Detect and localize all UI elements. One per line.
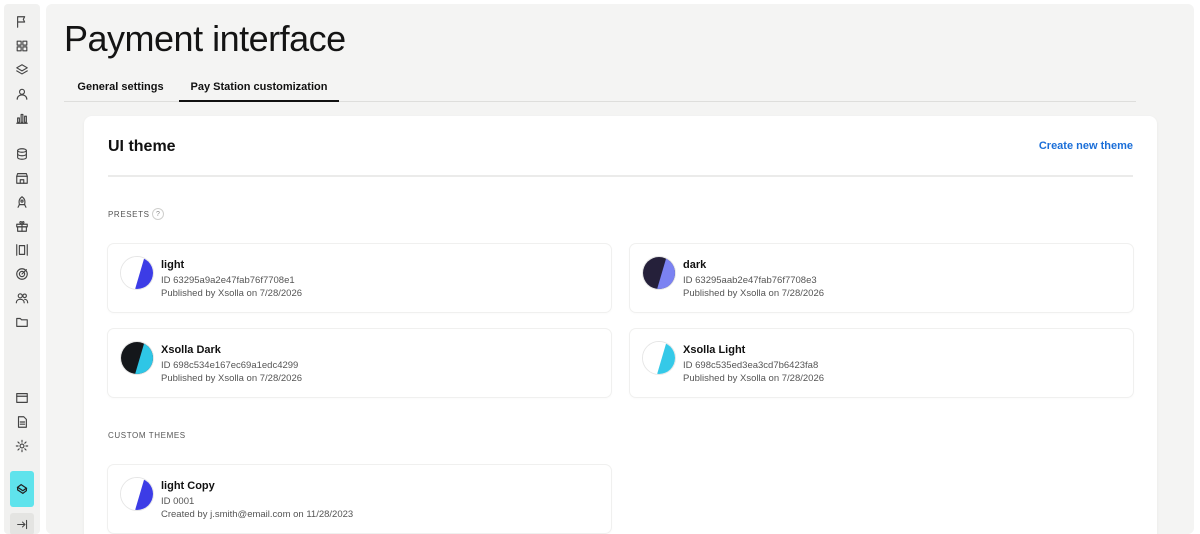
page-title: Payment interface: [64, 18, 346, 59]
theme-card-light-copy[interactable]: light Copy ID 0001 Created by j.smith@em…: [108, 465, 611, 533]
gift-icon[interactable]: [12, 216, 32, 236]
theme-card-dark[interactable]: dark ID 63295aab2e47fab76f7708e3 Publish…: [630, 244, 1133, 312]
theme-card-light[interactable]: light ID 63295a9a2e47fab76f7708e1 Publis…: [108, 244, 611, 312]
tab-pay-station-customization[interactable]: Pay Station customization: [179, 74, 339, 102]
theme-name: Xsolla Dark: [161, 344, 221, 356]
theme-created: Created by j.smith@email.com on 11/28/20…: [161, 509, 354, 520]
flag-icon[interactable]: [12, 12, 32, 32]
theme-card-xsolla-dark[interactable]: Xsolla Dark ID 698c534e167ec69a1edc4299 …: [108, 329, 611, 397]
users-icon[interactable]: [12, 288, 32, 308]
theme-id: ID 698c535ed3ea3cd7b6423fa8: [683, 360, 819, 371]
folder-icon[interactable]: [12, 312, 32, 332]
ui-theme-card: UI theme Create new theme PRESETS ? ligh…: [84, 116, 1157, 534]
theme-id: ID 63295a9a2e47fab76f7708e1: [161, 275, 295, 286]
help-icon[interactable]: ?: [152, 208, 164, 220]
tab-general-settings[interactable]: General settings: [64, 74, 177, 102]
theme-published: Published by Xsolla on 7/28/2026: [683, 288, 825, 299]
database-icon[interactable]: [12, 144, 32, 164]
chart-icon[interactable]: [12, 108, 32, 128]
tag-icon[interactable]: [10, 471, 34, 507]
theme-published: Published by Xsolla on 7/28/2026: [683, 373, 825, 384]
window-icon[interactable]: [12, 388, 32, 408]
target-icon[interactable]: [12, 264, 32, 284]
theme-published: Published by Xsolla on 7/28/2026: [161, 373, 303, 384]
divider: [108, 175, 1133, 177]
store-icon[interactable]: [12, 168, 32, 188]
create-new-theme-link[interactable]: Create new theme: [1039, 140, 1133, 152]
theme-name: dark: [683, 259, 707, 271]
layers-icon[interactable]: [12, 60, 32, 80]
document-icon[interactable]: [12, 412, 32, 432]
main-area: Payment interface General settings Pay S…: [46, 4, 1194, 534]
theme-name: Xsolla Light: [683, 344, 746, 356]
theme-card-xsolla-light[interactable]: Xsolla Light ID 698c535ed3ea3cd7b6423fa8…: [630, 329, 1133, 397]
sidebar: [4, 4, 40, 534]
gear-icon[interactable]: [12, 436, 32, 456]
user-icon[interactable]: [12, 84, 32, 104]
presets-label: PRESETS: [108, 210, 150, 219]
theme-id: ID 0001: [161, 496, 195, 507]
tab-bar: General settings Pay Station customizati…: [64, 74, 1136, 102]
custom-themes-label: CUSTOM THEMES: [108, 431, 186, 440]
rocket-icon[interactable]: [12, 192, 32, 212]
theme-name: light: [161, 259, 185, 271]
columns-icon[interactable]: [12, 240, 32, 260]
theme-published: Published by Xsolla on 7/28/2026: [161, 288, 303, 299]
theme-swatch: [642, 341, 676, 375]
theme-swatch: [120, 256, 154, 290]
theme-id: ID 63295aab2e47fab76f7708e3: [683, 275, 817, 286]
card-title: UI theme: [108, 138, 176, 155]
theme-name: light Copy: [161, 480, 215, 492]
grid-icon[interactable]: [12, 36, 32, 56]
collapse-arrow-icon[interactable]: [10, 513, 34, 534]
theme-swatch: [120, 341, 154, 375]
theme-id: ID 698c534e167ec69a1edc4299: [161, 360, 299, 371]
theme-swatch: [642, 256, 676, 290]
theme-swatch: [120, 477, 154, 511]
